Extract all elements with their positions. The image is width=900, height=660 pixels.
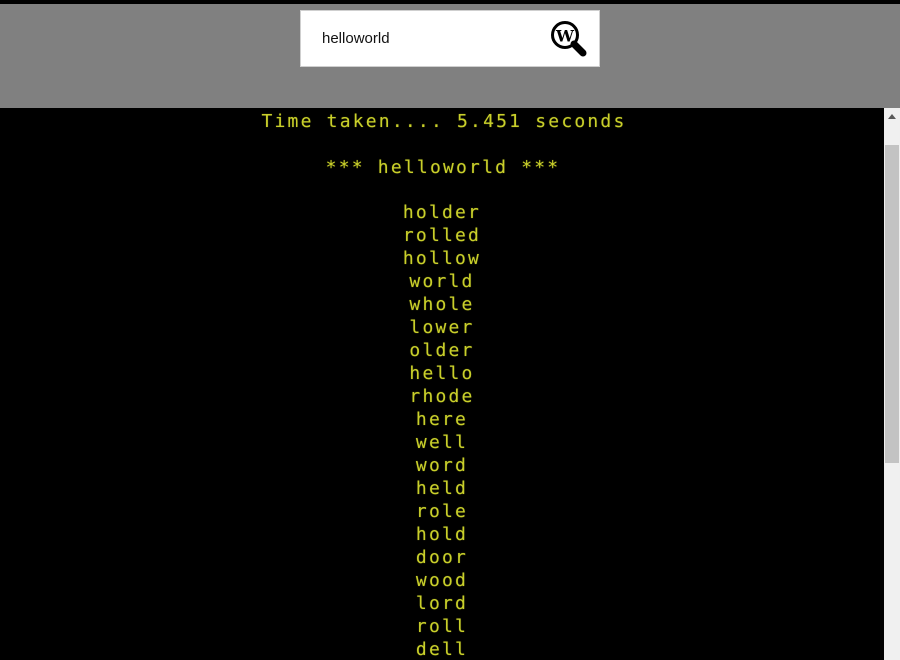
app-root: W Time taken.... 5.451 seconds *** hello…: [0, 0, 900, 660]
search-button[interactable]: W: [537, 11, 599, 66]
word-list: holder rolled hollow world whole lower older he…: [0, 201, 884, 660]
vertical-scrollbar[interactable]: [884, 108, 900, 660]
word-list-item: whole: [409, 294, 475, 315]
word-list-item: held: [415, 478, 469, 499]
word-list-item: hello: [409, 363, 475, 384]
word-list-item: holder: [402, 202, 482, 223]
search-bar: W: [300, 10, 600, 67]
query-title-line: *** helloworld ***: [325, 157, 561, 178]
terminal-output: Time taken.... 5.451 seconds *** hellowo…: [0, 108, 900, 660]
word-list-item: here: [415, 409, 469, 430]
word-list-item: wood: [415, 570, 469, 591]
word-list-item: world: [409, 271, 475, 292]
word-list-item: rolled: [402, 225, 482, 246]
word-list-item: word: [415, 455, 469, 476]
search-input[interactable]: [301, 11, 537, 66]
magnifier-w-icon: W: [548, 19, 588, 59]
word-list-item: door: [415, 547, 469, 568]
time-taken-line: Time taken.... 5.451 seconds: [261, 111, 627, 132]
word-list-item: hollow: [402, 248, 482, 269]
triangle-up-icon: [888, 114, 896, 119]
scrollbar-track[interactable]: [884, 125, 900, 660]
scrollbar-thumb[interactable]: [885, 145, 899, 463]
word-list-item: role: [415, 501, 469, 522]
word-list-item: lord: [415, 593, 469, 614]
word-list-item: lower: [409, 317, 475, 338]
word-list-item: well: [415, 432, 469, 453]
scroll-up-arrow-icon[interactable]: [884, 108, 900, 125]
word-list-item: older: [409, 340, 475, 361]
word-list-item: rhode: [409, 386, 475, 407]
terminal-content: Time taken.... 5.451 seconds *** hellowo…: [0, 108, 884, 660]
word-list-item: roll: [415, 616, 469, 637]
word-list-item: hold: [415, 524, 469, 545]
word-list-item: dell: [415, 639, 469, 660]
